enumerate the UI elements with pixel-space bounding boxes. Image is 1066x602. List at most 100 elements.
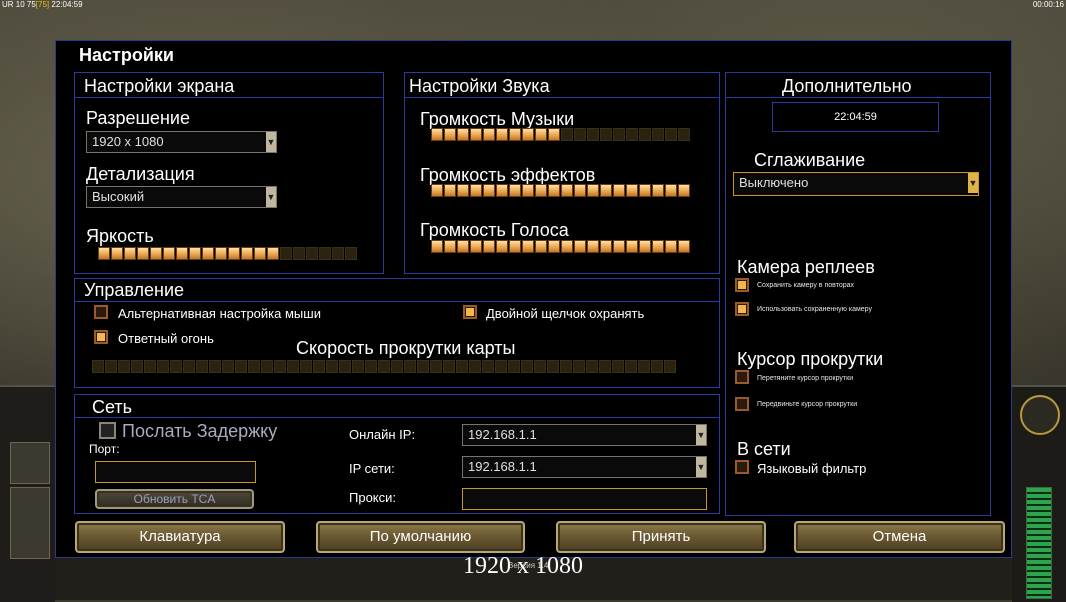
port-input[interactable] [95,461,256,483]
slider-segment[interactable] [508,360,520,373]
slider-segment[interactable] [444,240,456,253]
slider-segment[interactable] [431,240,443,253]
scroll-speed-slider[interactable] [92,360,676,374]
slider-segment[interactable] [457,128,469,141]
slider-segment[interactable] [118,360,130,373]
slider-segment[interactable] [137,247,149,260]
slider-segment[interactable] [417,360,429,373]
slider-segment[interactable] [98,247,110,260]
slider-segment[interactable] [613,240,625,253]
slider-segment[interactable] [587,128,599,141]
slider-segment[interactable] [183,360,195,373]
slider-segment[interactable] [431,128,443,141]
slider-segment[interactable] [509,128,521,141]
slider-segment[interactable] [482,360,494,373]
slider-segment[interactable] [522,128,534,141]
slider-segment[interactable] [352,360,364,373]
slider-segment[interactable] [521,360,533,373]
slider-segment[interactable] [613,184,625,197]
slider-segment[interactable] [678,128,690,141]
slider-segment[interactable] [664,360,676,373]
slider-segment[interactable] [626,184,638,197]
slider-segment[interactable] [319,247,331,260]
defaults-button[interactable]: По умолчанию [316,521,525,553]
effects-volume-slider[interactable] [431,184,690,198]
slider-segment[interactable] [222,360,234,373]
slider-segment[interactable] [470,184,482,197]
slider-segment[interactable] [248,360,260,373]
slider-segment[interactable] [261,360,273,373]
slider-segment[interactable] [470,128,482,141]
slider-segment[interactable] [612,360,624,373]
proxy-input[interactable] [462,488,707,510]
dropdown-arrow-icon[interactable]: ▼ [696,457,706,477]
slider-segment[interactable] [548,184,560,197]
slider-segment[interactable] [522,184,534,197]
slider-segment[interactable] [547,360,559,373]
slider-segment[interactable] [496,184,508,197]
cancel-button[interactable]: Отмена [794,521,1005,553]
slider-segment[interactable] [560,360,572,373]
slider-segment[interactable] [665,240,677,253]
slider-segment[interactable] [652,184,664,197]
slider-segment[interactable] [332,247,344,260]
slider-segment[interactable] [444,128,456,141]
online-ip-select[interactable]: 192.168.1.1 ▼ [462,424,707,446]
slider-segment[interactable] [665,128,677,141]
slider-segment[interactable] [495,360,507,373]
slider-segment[interactable] [561,184,573,197]
slider-segment[interactable] [287,360,299,373]
slider-segment[interactable] [157,360,169,373]
replay-use-checkbox[interactable] [735,302,749,316]
slider-segment[interactable] [300,360,312,373]
slider-segment[interactable] [469,360,481,373]
dropdown-arrow-icon[interactable]: ▼ [696,425,706,445]
slider-segment[interactable] [457,240,469,253]
slider-segment[interactable] [483,184,495,197]
keyboard-button[interactable]: Клавиатура [75,521,285,553]
slider-segment[interactable] [470,240,482,253]
slider-segment[interactable] [280,247,292,260]
slider-segment[interactable] [430,360,442,373]
slider-segment[interactable] [561,240,573,253]
slider-segment[interactable] [626,128,638,141]
slider-segment[interactable] [241,247,253,260]
slider-segment[interactable] [535,184,547,197]
slider-segment[interactable] [561,128,573,141]
slider-segment[interactable] [202,247,214,260]
slider-segment[interactable] [496,240,508,253]
slider-segment[interactable] [639,184,651,197]
slider-segment[interactable] [124,247,136,260]
update-tca-button[interactable]: Обновить TCA [95,489,254,509]
slider-segment[interactable] [209,360,221,373]
dropdown-arrow-icon[interactable]: ▼ [266,187,276,207]
slider-segment[interactable] [587,184,599,197]
slider-segment[interactable] [613,128,625,141]
slider-segment[interactable] [626,240,638,253]
double-click-checkbox[interactable] [463,305,477,319]
alt-mouse-checkbox[interactable] [94,305,108,319]
slider-segment[interactable] [600,128,612,141]
slider-segment[interactable] [600,240,612,253]
slider-segment[interactable] [391,360,403,373]
slider-segment[interactable] [378,360,390,373]
slider-segment[interactable] [176,247,188,260]
slider-segment[interactable] [404,360,416,373]
send-latency-checkbox[interactable] [99,422,116,439]
slider-segment[interactable] [652,240,664,253]
slider-segment[interactable] [339,360,351,373]
slider-segment[interactable] [625,360,637,373]
slider-segment[interactable] [496,128,508,141]
slider-segment[interactable] [431,184,443,197]
music-volume-slider[interactable] [431,128,690,142]
language-filter-checkbox[interactable] [735,460,749,474]
slider-segment[interactable] [600,184,612,197]
slider-segment[interactable] [105,360,117,373]
slider-segment[interactable] [274,360,286,373]
lan-ip-select[interactable]: 192.168.1.1 ▼ [462,456,707,478]
slider-segment[interactable] [215,247,227,260]
slider-segment[interactable] [196,360,208,373]
slider-segment[interactable] [509,240,521,253]
dropdown-arrow-icon[interactable]: ▼ [266,132,276,152]
slider-segment[interactable] [92,360,104,373]
